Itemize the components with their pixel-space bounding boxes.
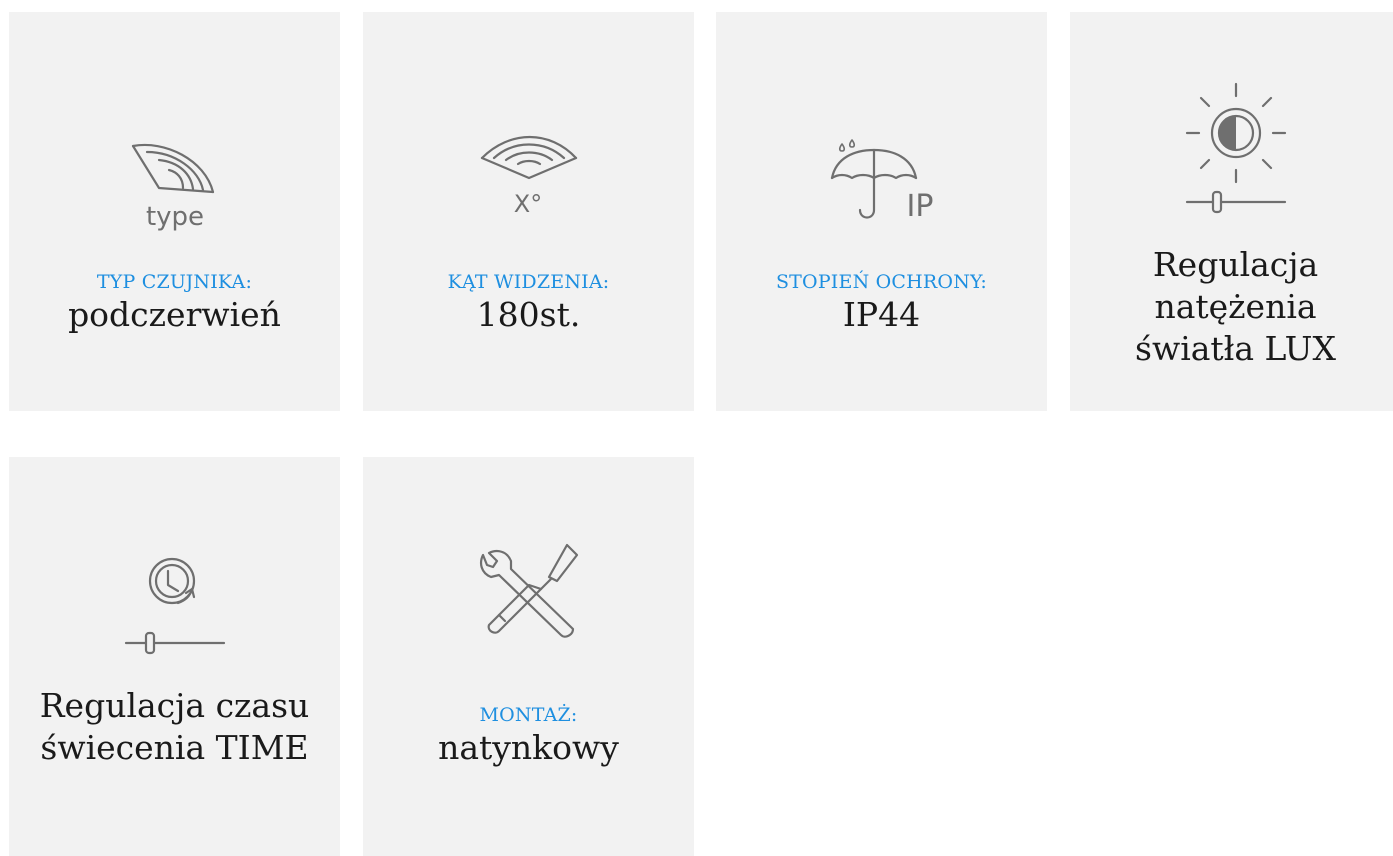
sensor-type-caption: TYP CZUJNIKA: podczerwień: [9, 270, 340, 336]
sensor-type-value: podczerwień: [68, 295, 281, 334]
feature-tile-sensor-type: type TYP CZUJNIKA: podczerwień: [9, 12, 340, 411]
feature-tile-protection: IP STOPIEŃ OCHRONY: IP44: [716, 12, 1047, 411]
feature-tile-time: Regulacja czasu świecenia TIME: [9, 457, 340, 856]
protection-value: IP44: [842, 295, 921, 334]
brightness-line-3: światła LUX: [1135, 329, 1336, 368]
timer-slider-icon: [124, 557, 225, 655]
mounting-caption: MONTAŻ: natynkowy: [363, 703, 694, 769]
viewing-angle-icon: X°: [480, 136, 577, 218]
sensor-type-icon: type: [131, 143, 214, 232]
feature-tile-viewing-angle: X° KĄT WIDZENIA: 180st.: [363, 12, 694, 411]
viewing-angle-icon-wrap: X°: [363, 120, 694, 220]
mounting-value: natynkowy: [438, 728, 619, 767]
brightness-slider-icon: [1185, 82, 1286, 214]
viewing-angle-caption: KĄT WIDZENIA: 180st.: [363, 270, 694, 336]
time-line-1: Regulacja czasu: [39, 686, 310, 725]
viewing-angle-label: KĄT WIDZENIA:: [447, 271, 610, 293]
sensor-type-label: TYP CZUJNIKA:: [96, 271, 253, 293]
viewing-angle-icon-text: X°: [513, 190, 541, 218]
timer-slider-icon-wrap: [9, 543, 340, 663]
brightness-line-2: natężenia: [1154, 287, 1317, 326]
protection-label: STOPIEŃ OCHRONY:: [775, 271, 988, 293]
viewing-angle-value: 180st.: [476, 295, 581, 334]
feature-tile-mounting: MONTAŻ: natynkowy: [363, 457, 694, 856]
umbrella-ip-icon-wrap: IP: [716, 130, 1047, 230]
brightness-line-1: Regulacja: [1152, 245, 1319, 284]
brightness-caption: Regulacja natężenia światła LUX: [1070, 244, 1393, 370]
mounting-label: MONTAŻ:: [479, 704, 578, 726]
tools-icon: [479, 543, 578, 638]
sensor-type-icon-wrap: type: [9, 130, 340, 240]
feature-tile-brightness: Regulacja natężenia światła LUX: [1070, 12, 1393, 411]
sensor-type-icon-text: type: [145, 202, 203, 232]
tools-icon-wrap: [363, 537, 694, 647]
time-line-2: świecenia TIME: [40, 728, 309, 767]
time-caption: Regulacja czasu świecenia TIME: [9, 685, 340, 769]
protection-caption: STOPIEŃ OCHRONY: IP44: [716, 270, 1047, 336]
umbrella-ip-icon-text: IP: [906, 189, 933, 224]
brightness-slider-icon-wrap: [1070, 78, 1393, 214]
umbrella-ip-icon: IP: [830, 139, 933, 224]
